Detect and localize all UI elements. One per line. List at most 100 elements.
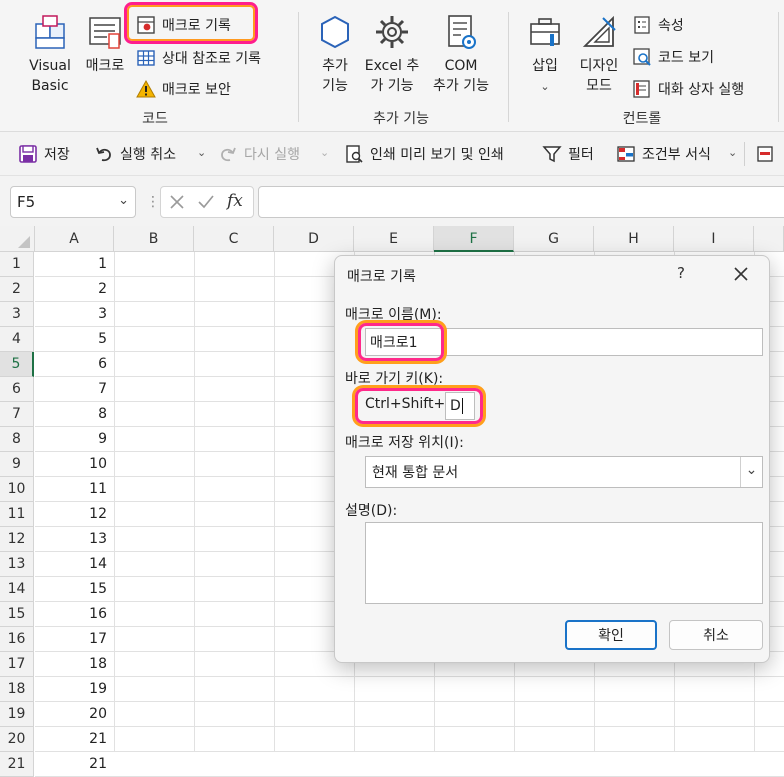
macro-icon (89, 17, 121, 49)
gridline (35, 676, 784, 677)
excel-addins-button[interactable]: Excel 추 가 기능 (362, 12, 422, 96)
cell-a[interactable]: 1 (35, 252, 113, 277)
addins-label: 추가 기능 (322, 58, 348, 94)
enter-check-icon[interactable] (197, 194, 215, 210)
row-header[interactable]: 16 (0, 627, 34, 652)
row-header[interactable]: 10 (0, 477, 34, 502)
row-header[interactable]: 11 (0, 502, 34, 527)
row-header[interactable]: 6 (0, 377, 34, 402)
cell-a[interactable]: 15 (35, 577, 113, 602)
cell-a[interactable]: 7 (35, 377, 113, 402)
cell-a[interactable]: 3 (35, 302, 113, 327)
cancel-icon[interactable] (169, 194, 185, 210)
cell-a[interactable]: 21 (35, 727, 113, 752)
group-divider (298, 12, 299, 122)
column-header-f[interactable]: F (434, 226, 514, 252)
column-header-g[interactable]: G (514, 226, 594, 252)
save-button[interactable]: 저장 (18, 132, 70, 176)
cell-a[interactable]: 21 (35, 752, 113, 777)
row-header[interactable]: 5 (0, 352, 34, 377)
cell-a[interactable]: 19 (35, 677, 113, 702)
row-header[interactable]: 17 (0, 652, 34, 677)
properties-button[interactable]: 속성 (632, 12, 684, 38)
row-header[interactable]: 2 (0, 277, 34, 302)
redo-button[interactable]: 다시 실행 (218, 132, 300, 176)
row-header[interactable]: 7 (0, 402, 34, 427)
cell-a[interactable]: 6 (35, 352, 113, 377)
name-box[interactable]: F5 ⌄ (10, 186, 136, 218)
cell-a[interactable]: 8 (35, 402, 113, 427)
cell-a[interactable]: 11 (35, 477, 113, 502)
conditional-format-button[interactable]: 조건부 서식 (616, 132, 711, 176)
row-header[interactable]: 3 (0, 302, 34, 327)
column-header-c[interactable]: C (194, 226, 274, 252)
cell-a[interactable]: 9 (35, 427, 113, 452)
chevron-down-icon[interactable]: ⌄ (118, 193, 129, 208)
chevron-down-icon[interactable]: ⌄ (728, 146, 737, 159)
run-dialog-button[interactable]: 대화 상자 실행 (632, 76, 744, 102)
cell-a[interactable]: 12 (35, 502, 113, 527)
help-button[interactable]: ? (677, 264, 685, 282)
row-header[interactable]: 14 (0, 577, 34, 602)
cell-a[interactable]: 2 (35, 277, 113, 302)
addins-button[interactable]: 추가 기능 (310, 12, 360, 96)
gridline (274, 252, 275, 752)
undo-icon (96, 147, 111, 162)
chevron-down-icon[interactable]: ⌄ (740, 457, 762, 487)
insert-control-button[interactable]: 삽입 ⌄ (522, 12, 568, 97)
row-header[interactable]: 20 (0, 727, 34, 752)
row-header[interactable]: 12 (0, 527, 34, 552)
macro-button[interactable]: 매크로 (82, 12, 128, 76)
ok-button[interactable]: 확인 (565, 620, 657, 650)
row-header[interactable]: 1 (0, 252, 34, 277)
formula-input[interactable] (258, 186, 784, 218)
select-all-icon (18, 236, 30, 248)
shortcut-highlight (355, 388, 483, 424)
macro-security-button[interactable]: 매크로 보안 (136, 76, 231, 102)
print-preview-button[interactable]: 인쇄 미리 보기 및 인쇄 (344, 132, 504, 176)
visual-basic-button[interactable]: Visual Basic (22, 12, 78, 96)
row-header[interactable]: 8 (0, 427, 34, 452)
view-code-button[interactable]: 코드 보기 (632, 44, 714, 70)
cell-a[interactable]: 5 (35, 327, 113, 352)
row-header[interactable]: 15 (0, 602, 34, 627)
design-mode-button[interactable]: 디자인 모드 (574, 12, 624, 96)
addins-group-label: 추가 기능 (373, 111, 429, 127)
column-header-a[interactable]: A (35, 226, 114, 252)
row-header[interactable]: 19 (0, 702, 34, 727)
resize-handle-icon[interactable]: ⋮ (146, 194, 160, 210)
store-in-select[interactable]: 현재 통합 문서 ⌄ (365, 456, 763, 488)
select-all-button[interactable] (0, 226, 35, 252)
cell-a[interactable]: 10 (35, 452, 113, 477)
cancel-button[interactable]: 취소 (669, 620, 763, 650)
relative-ref-button[interactable]: 상대 참조로 기록 (136, 45, 261, 71)
design-mode-icon (582, 15, 616, 47)
chevron-down-icon[interactable]: ⌄ (320, 146, 329, 159)
cell-a[interactable]: 20 (35, 702, 113, 727)
column-header-e[interactable]: E (354, 226, 434, 252)
row-header[interactable]: 21 (0, 752, 34, 777)
column-header-h[interactable]: H (594, 226, 674, 252)
filter-button[interactable]: 필터 (542, 132, 594, 176)
undo-button[interactable]: 실행 취소 (94, 132, 176, 176)
insert-function-icon[interactable]: fx (227, 191, 243, 211)
more-commands-icon[interactable] (756, 144, 776, 164)
cell-a[interactable]: 17 (35, 627, 113, 652)
column-header-i[interactable]: I (674, 226, 754, 252)
row-header[interactable]: 18 (0, 677, 34, 702)
close-icon[interactable] (729, 262, 753, 286)
gridline (35, 726, 784, 727)
com-addins-button[interactable]: COM 추가 기능 (428, 12, 494, 96)
cell-a[interactable]: 14 (35, 552, 113, 577)
cell-a[interactable]: 13 (35, 527, 113, 552)
column-header-d[interactable]: D (274, 226, 354, 252)
cell-a[interactable]: 18 (35, 652, 113, 677)
chevron-down-icon[interactable]: ⌄ (197, 146, 206, 159)
row-header[interactable]: 13 (0, 552, 34, 577)
row-header[interactable]: 4 (0, 327, 34, 352)
cell-a[interactable]: 16 (35, 602, 113, 627)
row-header[interactable]: 9 (0, 452, 34, 477)
description-textarea[interactable] (365, 522, 763, 604)
column-header-j[interactable] (754, 226, 784, 252)
column-header-b[interactable]: B (114, 226, 194, 252)
